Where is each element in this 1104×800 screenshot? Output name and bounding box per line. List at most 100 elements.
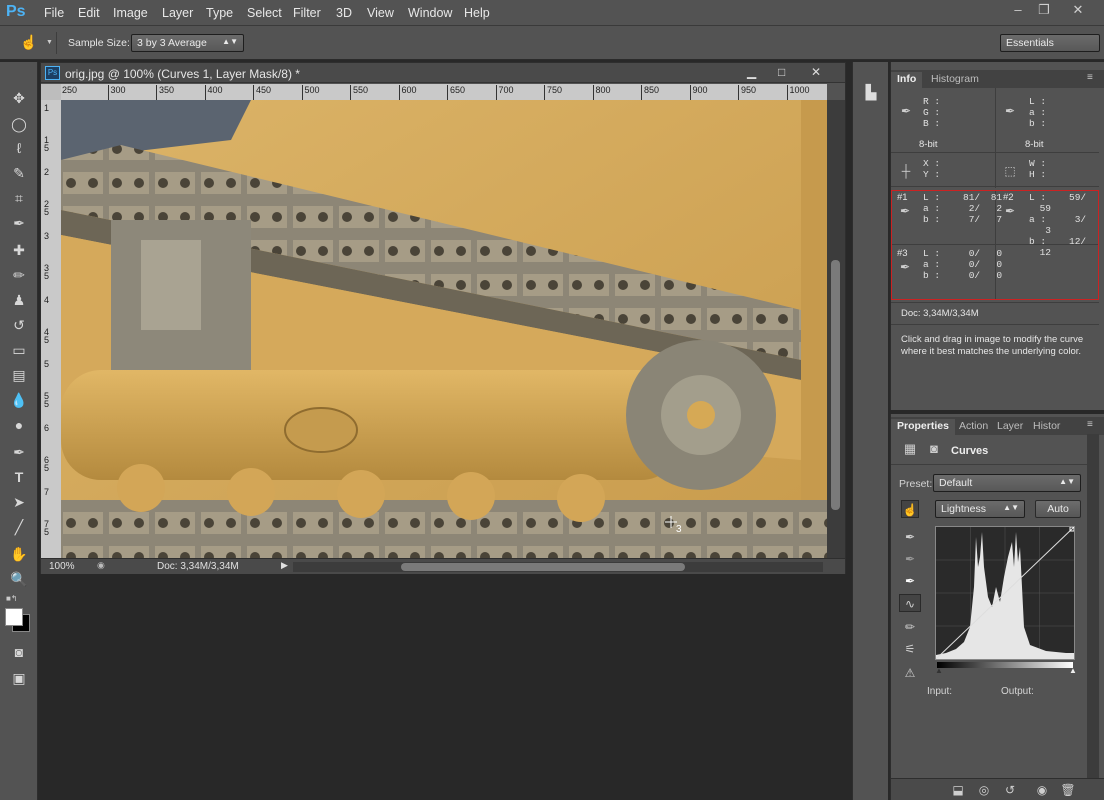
reset-icon[interactable]: ↺: [1001, 781, 1019, 799]
blur-tool-icon[interactable]: 💧: [8, 390, 30, 410]
gray-point-eyedropper-icon[interactable]: ✒: [901, 550, 919, 568]
tool-preset-arrow-icon[interactable]: ▼: [46, 39, 53, 46]
status-menu-arrow-icon[interactable]: ▶: [281, 560, 288, 571]
image-canvas[interactable]: 3: [61, 100, 827, 558]
status-options-icon[interactable]: ◉: [97, 560, 105, 571]
clone-stamp-tool-icon[interactable]: ♟: [8, 290, 30, 310]
visibility-eye-icon[interactable]: ◉: [1033, 781, 1051, 799]
screen-mode-icon[interactable]: ▣: [8, 668, 30, 688]
quick-mask-icon[interactable]: ◙: [8, 642, 30, 662]
black-point-slider-icon[interactable]: ▲: [935, 666, 943, 675]
lasso-tool-icon[interactable]: ℓ: [8, 138, 30, 158]
properties-scrollbar[interactable]: [1087, 434, 1099, 784]
dodge-tool-icon[interactable]: ●: [8, 415, 30, 435]
properties-footer: ⬓ ◎ ↺ ◉ 🗑: [891, 778, 1104, 800]
menu-filter[interactable]: Filter: [293, 6, 321, 20]
workspace-switcher[interactable]: Essentials: [1000, 34, 1100, 52]
menu-window[interactable]: Window: [408, 6, 452, 20]
delete-trash-icon[interactable]: 🗑: [1059, 781, 1077, 799]
ruler-origin[interactable]: [41, 84, 61, 100]
view-previous-icon[interactable]: ◎: [975, 781, 993, 799]
tab-histogram[interactable]: Histogram: [925, 72, 985, 86]
eyedropper-tool-icon[interactable]: ✒: [8, 213, 30, 233]
menu-file[interactable]: File: [44, 6, 64, 20]
h-scroll-thumb[interactable]: [401, 563, 685, 571]
gradient-tool-icon[interactable]: ▤: [8, 365, 30, 385]
menu-view[interactable]: View: [367, 6, 394, 20]
default-colors-icon[interactable]: ■↰: [6, 594, 18, 603]
sampler-1-eyedropper-icon: ✒: [899, 204, 911, 218]
eyedropper-icon: ✒: [900, 104, 912, 118]
menu-image[interactable]: Image: [113, 6, 148, 20]
eraser-tool-icon[interactable]: ▭: [8, 340, 30, 360]
black-point-eyedropper-icon[interactable]: ✒: [901, 528, 919, 546]
white-point-slider-icon[interactable]: ▲: [1069, 666, 1077, 675]
clipping-warning-icon[interactable]: ⚠: [901, 664, 919, 682]
info-tabstrip: Info Histogram ≡: [891, 70, 1104, 88]
smooth-curve-icon[interactable]: ⚟: [901, 640, 919, 658]
tab-info[interactable]: Info: [891, 72, 923, 88]
mask-icon[interactable]: ◙: [925, 440, 943, 458]
menu-type[interactable]: Type: [206, 6, 233, 20]
hand-tool-icon[interactable]: ✋: [8, 544, 30, 564]
minimize-button[interactable]: –: [1006, 2, 1030, 18]
zoom-tool-icon[interactable]: 🔍: [8, 569, 30, 589]
curves-adjustment-icon: ▦: [903, 441, 917, 456]
type-tool-icon[interactable]: T: [8, 467, 30, 487]
move-tool-icon[interactable]: ✥: [8, 88, 30, 108]
tab-layers[interactable]: Layer: [991, 419, 1029, 433]
white-point-eyedropper-icon[interactable]: ✒: [901, 572, 919, 590]
input-label: Input:: [927, 686, 953, 697]
doc-close-button[interactable]: ✕: [811, 65, 821, 79]
on-image-adjust-icon[interactable]: ☝: [901, 500, 919, 518]
doc-maximize-button[interactable]: □: [778, 65, 785, 79]
tab-actions[interactable]: Action: [953, 419, 994, 433]
menu-bar: Ps File Edit Image Layer Type Select Fil…: [0, 0, 1104, 26]
ruler-tick-label: 450: [253, 85, 271, 100]
rgb-labels: R :G :B :: [923, 96, 941, 129]
auto-button[interactable]: Auto: [1035, 500, 1081, 518]
curves-graph[interactable]: [935, 526, 1075, 660]
sampler-number-label: 3: [676, 524, 682, 535]
ruler-tick-label: 400: [204, 85, 223, 100]
panel-menu-icon[interactable]: ≡: [1087, 72, 1093, 83]
menu-help[interactable]: Help: [464, 6, 490, 20]
channel-select[interactable]: Lightness ▲▼: [935, 500, 1025, 518]
horizontal-ruler[interactable]: 250 300 350 400 450 500 550 600 650 700 750 800 850 9…: [61, 84, 827, 100]
pencil-draw-icon[interactable]: ✏: [901, 618, 919, 636]
color-sampler-tool-icon[interactable]: ☝: [20, 34, 42, 52]
vertical-scrollbar[interactable]: [827, 100, 845, 558]
tab-history[interactable]: Histor: [1027, 419, 1066, 433]
crop-tool-icon[interactable]: ⌗: [8, 188, 30, 208]
brush-tool-icon[interactable]: ✏: [8, 265, 30, 285]
horizontal-scrollbar[interactable]: [293, 562, 823, 572]
healing-brush-tool-icon[interactable]: ✚: [8, 240, 30, 260]
preset-select[interactable]: Default ▲▼: [933, 474, 1081, 492]
quick-selection-tool-icon[interactable]: ✎: [8, 163, 30, 183]
sample-size-select[interactable]: 3 by 3 Average ▲▼: [131, 34, 244, 52]
marquee-tool-icon[interactable]: ◯: [8, 114, 30, 134]
clip-to-layer-icon[interactable]: ⬓: [949, 781, 967, 799]
ruler-tick-label: 4 5: [44, 327, 50, 345]
curve-points-tool-icon[interactable]: ∿: [899, 594, 921, 612]
menu-select[interactable]: Select: [247, 6, 282, 20]
zoom-level[interactable]: 100%: [49, 561, 75, 572]
scroll-thumb[interactable]: [831, 260, 840, 510]
tab-properties[interactable]: Properties: [891, 419, 955, 435]
history-brush-tool-icon[interactable]: ↺: [8, 315, 30, 335]
line-tool-icon[interactable]: ╱: [8, 517, 30, 537]
close-button[interactable]: ✕: [1066, 2, 1090, 18]
info-panel-icon[interactable]: ▙: [861, 84, 881, 104]
vertical-ruler[interactable]: 1 1 5 2 2 5 3 3 5 4 4 5 5 5 5 6 6 5 7 7 5: [41, 100, 61, 558]
document-titlebar[interactable]: Ps orig.jpg @ 100% (Curves 1, Layer Mask…: [41, 63, 845, 83]
doc-minimize-button[interactable]: ▁: [747, 65, 756, 79]
menu-edit[interactable]: Edit: [78, 6, 100, 20]
pen-tool-icon[interactable]: ✒: [8, 442, 30, 462]
properties-tabstrip: Properties Action Layer Histor ≡: [891, 417, 1104, 435]
menu-layer[interactable]: Layer: [162, 6, 193, 20]
menu-3d[interactable]: 3D: [336, 6, 352, 20]
foreground-color-swatch[interactable]: [5, 608, 23, 626]
properties-menu-icon[interactable]: ≡: [1087, 419, 1093, 430]
path-selection-tool-icon[interactable]: ➤: [8, 492, 30, 512]
restore-button[interactable]: ❐: [1032, 2, 1056, 18]
